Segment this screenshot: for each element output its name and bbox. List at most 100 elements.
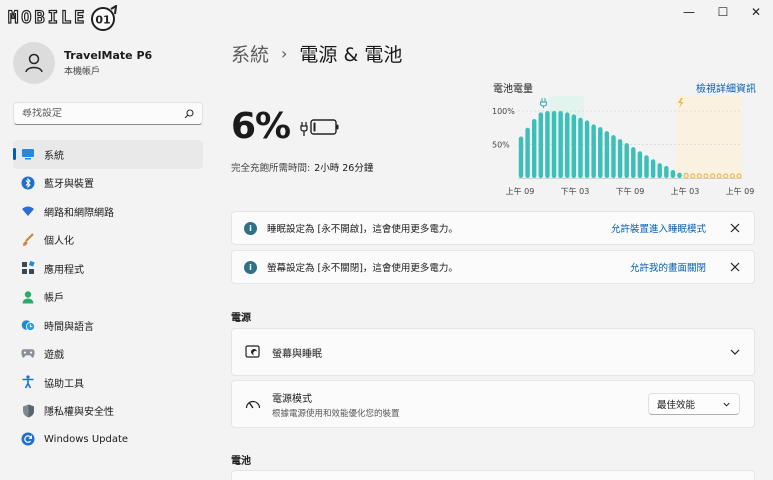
power-mode-card: 電源模式 根據電源使用和效能優化您的裝置 最佳效能: [231, 380, 755, 428]
chart-bar: [584, 120, 590, 178]
card-description: 根據電源使用和效能優化您的裝置: [272, 408, 400, 419]
search-box[interactable]: [13, 102, 203, 125]
allow-screen-off-link[interactable]: 允許我的畫面關閉: [630, 260, 706, 274]
sidebar-item-label: 隱私權與安全性: [44, 407, 114, 419]
profile-name: TravelMate P6: [64, 49, 153, 62]
sidebar-item-label: 協助工具: [44, 378, 84, 390]
clock-globe-icon: [21, 318, 35, 332]
sidebar-item-accounts[interactable]: 帳戶: [13, 283, 203, 312]
sidebar-item-label: 系統: [44, 150, 64, 162]
bluetooth-icon: [21, 176, 35, 190]
user-profile[interactable]: TravelMate P6 本機帳戶: [13, 42, 152, 84]
info-icon: i: [244, 260, 257, 274]
sidebar-item-accessibility[interactable]: 協助工具: [13, 368, 203, 397]
chart-y-tick: 100%: [492, 107, 515, 116]
sidebar-item-network[interactable]: 網路和網際網路: [13, 197, 203, 226]
battery-level-chart: 電池電量 檢視詳細資訊 100% 50% 上午 09 下午 03 下午 09 上午 03 上…: [490, 78, 760, 198]
chart-bar: [558, 111, 563, 178]
accessibility-icon: [21, 375, 35, 389]
chart-highlight-region: [676, 96, 742, 178]
search-icon[interactable]: [184, 108, 194, 119]
sidebar-item-privacy-security[interactable]: 隱私權與安全性: [13, 397, 203, 426]
chart-bar: [664, 165, 669, 178]
sidebar-item-time-language[interactable]: 時間與語言: [13, 311, 203, 340]
chart-bar: [598, 127, 603, 178]
sidebar-item-label: 遊戲: [44, 350, 64, 362]
chart-y-tick: 50%: [492, 141, 510, 150]
screen-notice: i 螢幕設定為 [永不關閉]，這會使用更多電力。 允許我的畫面關閉: [231, 250, 755, 284]
chart-bar: [538, 112, 544, 178]
battery-status: 6%: [231, 106, 340, 147]
update-icon: [21, 432, 35, 446]
charge-time-value: 2小時 26分鐘: [314, 163, 374, 174]
chart-bar: [571, 114, 577, 178]
battery-section-heading: 電池: [231, 456, 251, 467]
sidebar-item-label: Windows Update: [44, 433, 129, 445]
chart-bar: [657, 163, 662, 178]
chart-bar: [532, 119, 537, 178]
sidebar-item-label: 藍牙與裝置: [44, 179, 94, 191]
apps-icon: [21, 261, 35, 275]
chart-canvas: 100% 50% 上午 09 下午 03 下午 09 上午 03 上午 09: [492, 96, 755, 196]
chart-bar: [578, 117, 583, 178]
notice-text: 睡眠設定為 [永不開啟]，這會使用更多電力。: [267, 224, 458, 235]
charge-time-label: 完全充飽所需時間:: [231, 163, 311, 174]
sidebar-item-label: 帳戶: [44, 293, 64, 305]
chart-x-tick: 下午 03: [561, 186, 590, 196]
chart-bar: [525, 127, 530, 178]
dropdown-value: 最佳效能: [657, 400, 696, 411]
chart-bar: [617, 139, 623, 178]
chart-x-tick: 下午 09: [616, 186, 645, 196]
chart-bar: [611, 135, 616, 178]
wifi-icon: [21, 204, 35, 218]
chart-x-tick: 上午 09: [506, 186, 535, 196]
chart-bar: [644, 155, 649, 178]
breadcrumb: 系統 › 電源 & 電池: [231, 40, 402, 67]
power-mode-icon: [244, 395, 262, 413]
sidebar-nav: 系統 藍牙與裝置 網路和網際網路 個人化 應用程式 帳戶 時間與語言 遊戲 協助…: [13, 140, 203, 454]
chevron-down-icon: [723, 402, 730, 407]
close-icon[interactable]: [728, 260, 742, 274]
chart-bar: [545, 111, 550, 178]
logo-badge: 01: [91, 5, 118, 31]
logo-badge-text: 01: [96, 14, 111, 27]
chart-bar: [591, 124, 596, 178]
power-mode-dropdown[interactable]: 最佳效能: [648, 393, 740, 415]
maximize-button[interactable]: ☐: [705, 0, 741, 24]
sidebar-item-personalization[interactable]: 個人化: [13, 226, 203, 255]
chart-bar: [637, 151, 643, 178]
chart-bar: [604, 131, 610, 178]
notice-text: 螢幕設定為 [永不關閉]，這會使用更多電力。: [267, 263, 458, 274]
sidebar-item-gaming[interactable]: 遊戲: [13, 340, 203, 369]
chevron-down-icon[interactable]: [728, 345, 742, 359]
search-input[interactable]: [22, 108, 184, 119]
breadcrumb-parent[interactable]: 系統: [231, 40, 269, 67]
chart-bar: [631, 147, 636, 178]
close-icon[interactable]: [728, 221, 742, 235]
card-title: 螢幕與睡眠: [272, 348, 322, 360]
power-section-heading: 電源: [231, 313, 251, 324]
sidebar-item-label: 應用程式: [44, 264, 84, 276]
sidebar-item-windows-update[interactable]: Windows Update: [13, 425, 203, 454]
chart-bar: [650, 159, 656, 178]
chart-bar: [565, 112, 570, 178]
sleep-notice: i 睡眠設定為 [永不開啟]，這會使用更多電力。 允許裝置進入睡眠模式: [231, 211, 755, 245]
person-icon: [25, 53, 43, 73]
breadcrumb-separator: ›: [281, 44, 288, 63]
minimize-button[interactable]: —: [671, 0, 707, 24]
sidebar-item-bluetooth[interactable]: 藍牙與裝置: [13, 169, 203, 198]
chart-bar: [551, 111, 557, 178]
plug-marker-icon: [540, 98, 547, 108]
sidebar-item-apps[interactable]: 應用程式: [13, 254, 203, 283]
person-icon: [21, 290, 35, 304]
close-button[interactable]: ✕: [738, 0, 773, 24]
info-icon: i: [244, 221, 257, 235]
allow-sleep-link[interactable]: 允許裝置進入睡眠模式: [611, 221, 706, 235]
chart-x-tick: 上午 03: [671, 186, 700, 196]
screen-sleep-card[interactable]: 螢幕與睡眠: [231, 328, 755, 376]
battery-saver-card[interactable]: [231, 470, 755, 480]
sidebar-item-system[interactable]: 系統: [13, 140, 203, 169]
battery-percent: 6%: [231, 106, 291, 147]
gamepad-icon: [21, 347, 35, 361]
chart-x-tick: 上午 09: [726, 186, 755, 196]
